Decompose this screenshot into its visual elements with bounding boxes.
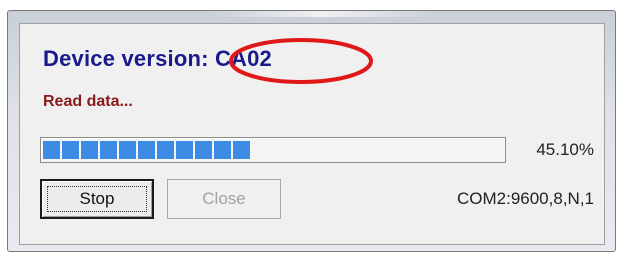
progress-percent-label: 45.10%	[536, 140, 594, 159]
progress-dialog: Device version: CA02 Read data... 45.10%…	[19, 23, 605, 245]
focus-rectangle	[47, 186, 147, 212]
close-button-label: Close	[202, 189, 246, 208]
device-version-label: Device version: CA02	[43, 46, 272, 71]
progress-block	[233, 141, 250, 159]
progress-block	[176, 141, 193, 159]
progress-block	[138, 141, 155, 159]
progress-block	[157, 141, 174, 159]
progress-block	[119, 141, 136, 159]
progress-block	[214, 141, 231, 159]
progress-block	[81, 141, 98, 159]
status-text: Read data...	[43, 93, 133, 110]
progress-bar	[40, 137, 506, 163]
progress-block	[100, 141, 117, 159]
title-bar-gloss	[208, 11, 438, 17]
progress-block	[62, 141, 79, 159]
close-button[interactable]: Close	[167, 179, 281, 219]
progress-block	[195, 141, 212, 159]
progress-block	[43, 141, 60, 159]
port-settings-label: COM2:9600,8,N,1	[456, 189, 594, 208]
progress-bar-fill	[43, 141, 250, 159]
stop-button[interactable]: Stop	[40, 179, 154, 219]
